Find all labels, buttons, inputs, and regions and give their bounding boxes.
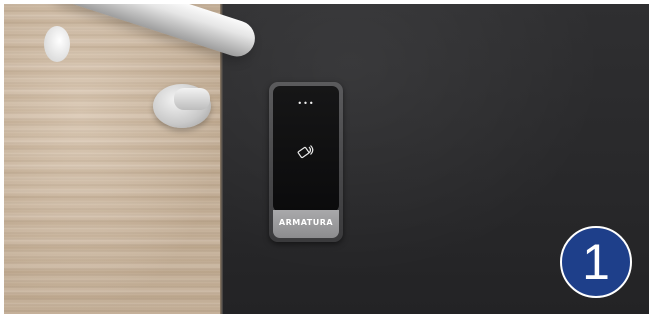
card-contactless-icon bbox=[297, 145, 314, 159]
door-handle-neck bbox=[174, 88, 210, 110]
wood-shading bbox=[4, 4, 222, 314]
indicator-lights: ••• bbox=[297, 99, 315, 108]
card-reader-face: ••• bbox=[273, 86, 339, 212]
card-reader: ••• ARMATURA bbox=[269, 82, 343, 242]
brand-label: ARMATURA bbox=[278, 218, 334, 227]
number-badge: 1 bbox=[560, 226, 632, 298]
door-handle-tip bbox=[44, 26, 70, 62]
photo-frame: ••• ARMATURA 1 bbox=[4, 4, 649, 314]
card-reader-base: ARMATURA bbox=[273, 210, 339, 238]
